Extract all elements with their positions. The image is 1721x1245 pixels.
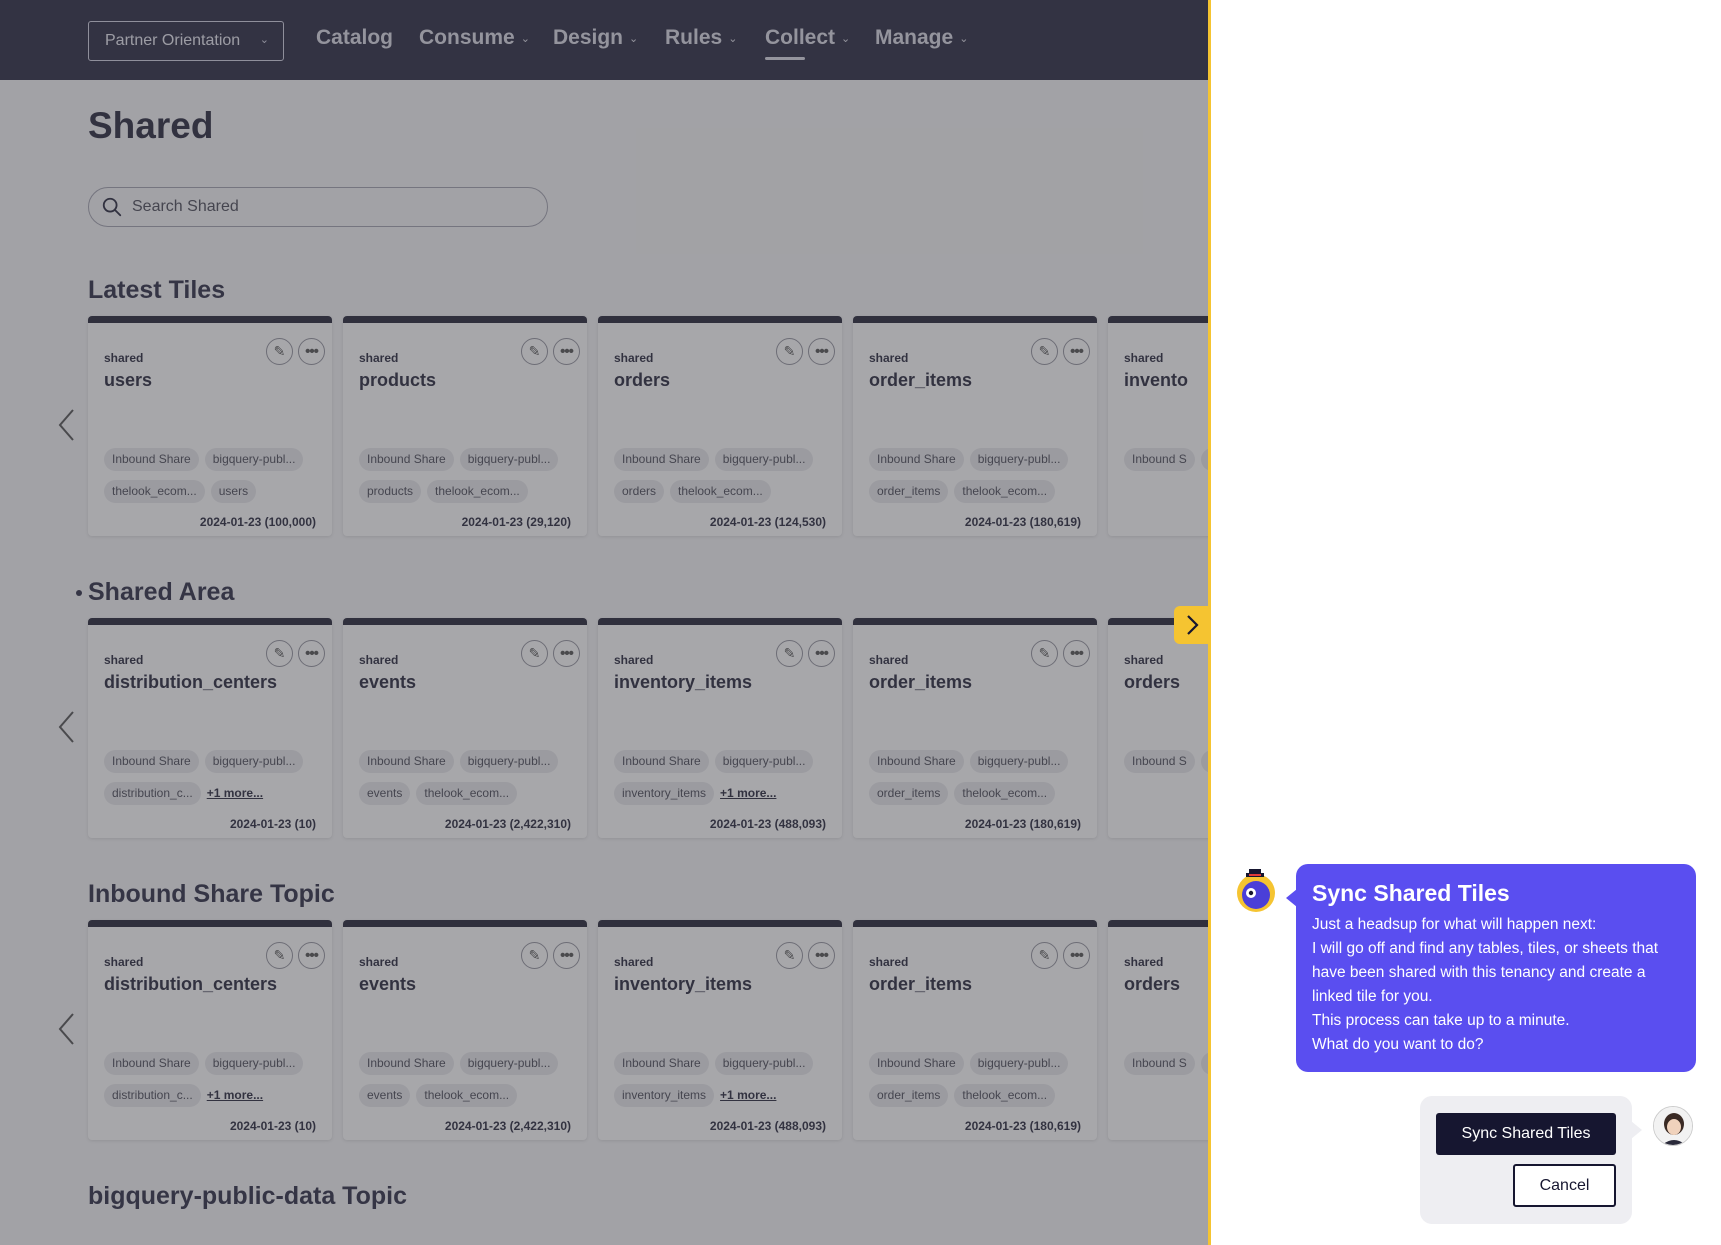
- bot-message-line: I will go off and find any tables, tiles…: [1312, 940, 1659, 1005]
- modal-overlay: [0, 0, 1208, 1245]
- bot-message: Sync Shared Tiles Just a headsup for wha…: [1286, 864, 1696, 1072]
- main-app: Partner Orientation ⌄ Catalog Consume⌄ D…: [0, 0, 1208, 1245]
- cancel-button[interactable]: Cancel: [1513, 1164, 1616, 1207]
- bot-message-line: What do you want to do?: [1312, 1036, 1484, 1053]
- bot-message-title: Sync Shared Tiles: [1312, 880, 1510, 906]
- bot-message-line: This process can take up to a minute.: [1312, 1012, 1570, 1029]
- bot-message-line: Just a headsup for what will happen next…: [1312, 916, 1597, 933]
- sync-shared-tiles-button[interactable]: Sync Shared Tiles: [1436, 1113, 1616, 1155]
- bot-avatar-icon: [1234, 869, 1278, 913]
- user-avatar-icon: [1653, 1106, 1693, 1146]
- panel-toggle-button[interactable]: [1174, 606, 1210, 644]
- chevron-right-icon: [1187, 615, 1199, 635]
